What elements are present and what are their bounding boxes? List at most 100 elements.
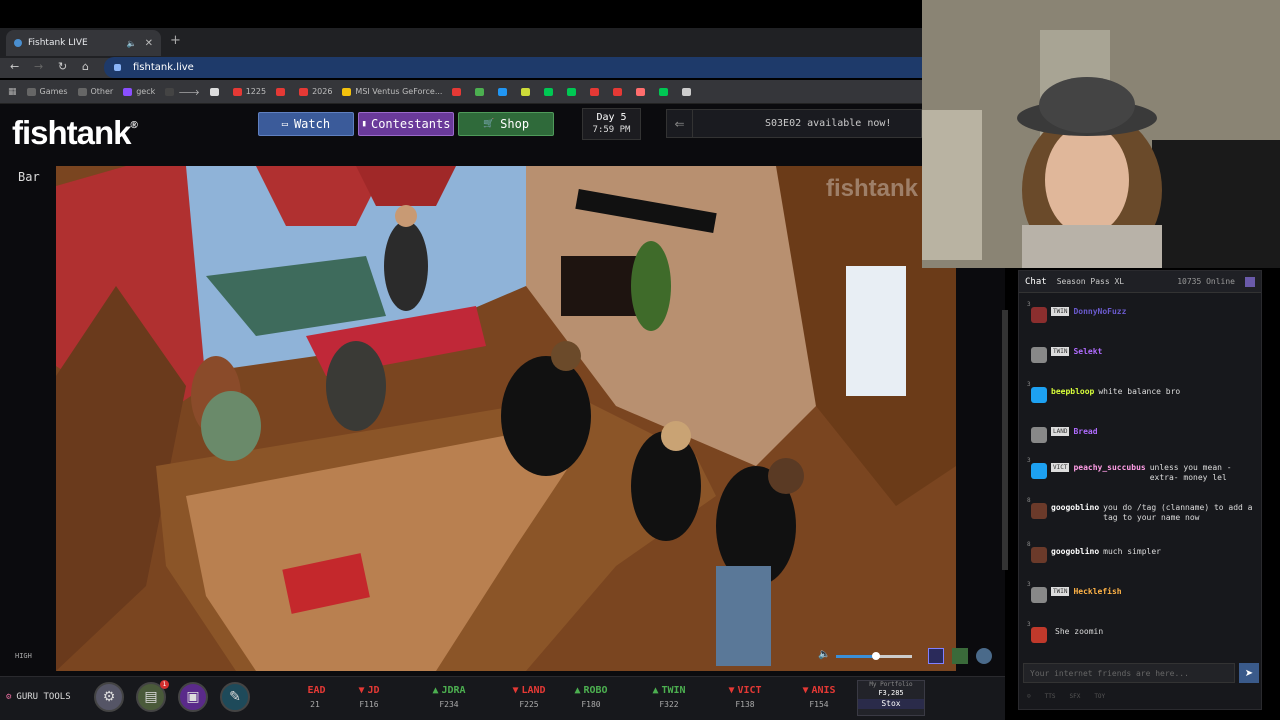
- chat-message[interactable]: 3 VICT peachy_succubus unless you mean -ext…: [1027, 457, 1259, 483]
- avatar[interactable]: [1031, 503, 1047, 519]
- forward-icon[interactable]: →: [34, 60, 43, 73]
- chat-message[interactable]: TWIN Selekt: [1031, 347, 1259, 363]
- bookmark-item[interactable]: geck: [123, 87, 155, 96]
- contestants-button[interactable]: ▮ Contestants: [358, 112, 454, 136]
- chat-text: much simpler: [1103, 547, 1161, 556]
- avatar[interactable]: [1031, 627, 1047, 643]
- stox-button[interactable]: Stox: [858, 699, 924, 709]
- sfx-button[interactable]: SFX: [1069, 693, 1080, 700]
- address-bar[interactable]: fishtank.live: [104, 57, 922, 78]
- chat-message[interactable]: 3 beepbloop white balance bro: [1027, 381, 1259, 403]
- live-video-feed[interactable]: fishtank: [56, 166, 956, 671]
- chat-message[interactable]: 8 googoblino much simpler: [1027, 541, 1259, 563]
- settings-dot-icon[interactable]: [976, 648, 992, 664]
- stock-item[interactable]: ▼ ANIS F154: [786, 684, 852, 716]
- bookmark-item[interactable]: [475, 87, 488, 96]
- emoji-icon[interactable]: ☺: [1027, 693, 1031, 700]
- bookmark-item[interactable]: [452, 87, 465, 96]
- tv-icon: ▭: [281, 118, 288, 130]
- fishtank-logo[interactable]: fishtank®: [12, 114, 138, 152]
- chat-menu-icon[interactable]: [1245, 276, 1255, 287]
- bookmark-item[interactable]: [590, 87, 603, 96]
- avatar[interactable]: [1031, 587, 1047, 603]
- new-tab-button[interactable]: +: [170, 33, 181, 48]
- reload-icon[interactable]: ↻: [58, 60, 67, 73]
- bookmark-favicon-icon: [299, 87, 309, 96]
- bookmark-item[interactable]: [209, 87, 223, 96]
- stock-item[interactable]: ▲ ROBO F180: [558, 684, 624, 716]
- watch-button[interactable]: ▭ Watch: [258, 112, 354, 136]
- bookmark-item[interactable]: Games: [26, 87, 68, 96]
- bookmark-item[interactable]: [544, 87, 557, 96]
- chat-username[interactable]: Bread: [1073, 427, 1097, 443]
- shop-button[interactable]: 🛒 Shop: [458, 112, 554, 136]
- tab-chat[interactable]: Chat: [1025, 277, 1047, 287]
- bookmark-item[interactable]: Other: [77, 87, 113, 96]
- guru-tools-label: GURU TOOLS: [16, 692, 71, 702]
- bookmark-item[interactable]: [682, 87, 695, 96]
- shop-bag-icon[interactable]: ▣: [178, 682, 208, 712]
- portfolio-box[interactable]: My Portfolio F3,285 Stox: [857, 680, 925, 716]
- bookmark-item[interactable]: [613, 87, 626, 96]
- bookmark-item[interactable]: [521, 87, 534, 96]
- quality-label[interactable]: HIGH: [15, 652, 32, 660]
- settings-icon[interactable]: ⚙: [94, 682, 124, 712]
- bookmark-item[interactable]: [498, 87, 511, 96]
- chat-message[interactable]: LAND Bread: [1031, 427, 1259, 443]
- fullscreen-icon[interactable]: [952, 648, 968, 664]
- chat-input[interactable]: Your internet friends are here...: [1023, 663, 1235, 683]
- avatar[interactable]: [1031, 347, 1047, 363]
- bookmark-item[interactable]: 2026: [299, 87, 332, 96]
- tab-season-pass[interactable]: Season Pass XL: [1057, 277, 1124, 286]
- tab-audio-icon[interactable]: 🔈: [127, 39, 137, 48]
- bookmark-item[interactable]: [276, 87, 289, 96]
- volume-slider[interactable]: [836, 652, 912, 660]
- bookmark-favicon-icon: [123, 87, 133, 96]
- map-icon[interactable]: ✎: [220, 682, 250, 712]
- chat-username[interactable]: beepbloop: [1051, 387, 1094, 403]
- pip-icon[interactable]: [928, 648, 944, 664]
- avatar[interactable]: [1031, 547, 1047, 563]
- avatar[interactable]: [1031, 387, 1047, 403]
- chat-username[interactable]: googoblino: [1051, 547, 1099, 563]
- chat-username[interactable]: DonnyNoFuzz: [1073, 307, 1126, 323]
- chat-message[interactable]: 3 TWIN Hecklefish: [1027, 581, 1259, 603]
- toy-button[interactable]: TOY: [1094, 693, 1105, 700]
- home-icon[interactable]: ⌂: [82, 60, 89, 73]
- stock-item[interactable]: ▲ JDRA F234: [416, 684, 482, 716]
- volume-icon[interactable]: 🔈: [818, 649, 830, 660]
- bookmark-label: geck: [136, 87, 156, 96]
- chat-username[interactable]: Selekt: [1073, 347, 1102, 363]
- browser-tab[interactable]: Fishtank LIVE 🔈 ✕: [6, 30, 161, 56]
- chat-message[interactable]: 3 TWIN DonnyNoFuzz: [1027, 301, 1259, 323]
- stock-item[interactable]: ▲ TWIN F322: [636, 684, 702, 716]
- tts-button[interactable]: TTS: [1045, 693, 1056, 700]
- bookmark-item[interactable]: [659, 87, 672, 96]
- tab-close-icon[interactable]: ✕: [145, 38, 153, 49]
- bookmark-item[interactable]: [636, 87, 649, 96]
- apps-icon[interactable]: ▦: [8, 87, 17, 97]
- bookmark-item[interactable]: MSI Ventus GeForce...: [342, 87, 442, 96]
- guru-tools-button[interactable]: ⚙ GURU TOOLS: [6, 684, 86, 710]
- webcam-scene: [922, 0, 1280, 268]
- back-icon[interactable]: ←: [10, 60, 19, 73]
- bookmark-item[interactable]: [567, 87, 580, 96]
- chat-username[interactable]: googoblino: [1051, 503, 1099, 523]
- avatar[interactable]: [1031, 463, 1047, 479]
- send-button[interactable]: ➤: [1239, 663, 1259, 683]
- bookmark-item[interactable]: 1225: [232, 87, 266, 96]
- site-info-icon[interactable]: [114, 64, 121, 71]
- stock-price: F138: [735, 700, 755, 709]
- chat-username[interactable]: Hecklefish: [1073, 587, 1121, 603]
- stock-item[interactable]: ▼ JD F116: [336, 684, 402, 716]
- chat-message[interactable]: 3 She zoomin: [1027, 621, 1259, 643]
- stock-item[interactable]: ▼ LAND F225: [496, 684, 562, 716]
- page-scrollbar[interactable]: [1002, 310, 1008, 570]
- stock-item[interactable]: ▼ VICT F138: [712, 684, 778, 716]
- avatar[interactable]: [1031, 307, 1047, 323]
- chat-message[interactable]: 8 googoblino you do /tag (clanname) to add…: [1027, 497, 1259, 523]
- chat-username[interactable]: peachy_succubus: [1073, 463, 1145, 483]
- ticker-back-icon[interactable]: ⇐: [667, 110, 693, 137]
- avatar[interactable]: [1031, 427, 1047, 443]
- bookmark-item[interactable]: 🡒: [165, 87, 200, 97]
